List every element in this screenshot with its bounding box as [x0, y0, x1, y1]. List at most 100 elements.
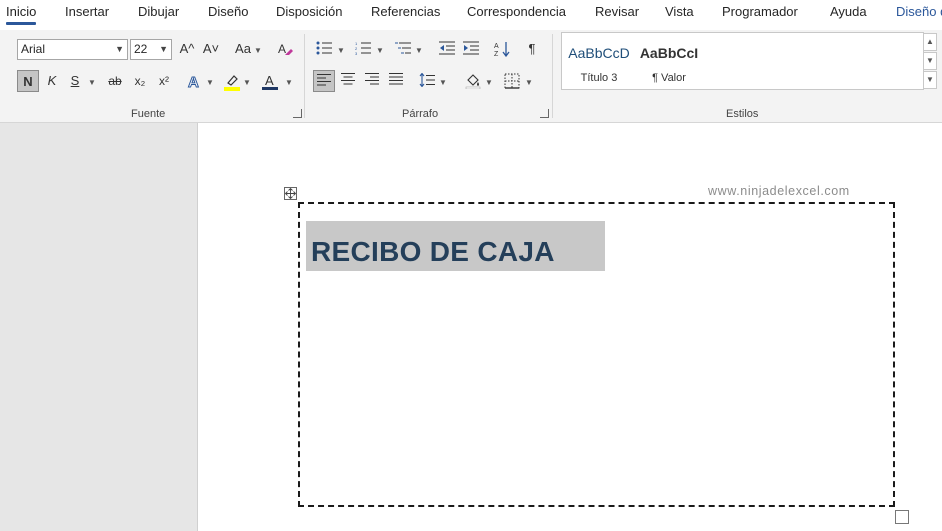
line-spacing-icon: [419, 73, 435, 87]
tab-ayuda[interactable]: Ayuda: [830, 3, 867, 25]
style-name: ¶ Valor: [652, 72, 686, 84]
svg-text:A: A: [265, 73, 274, 88]
group-separator: [552, 34, 553, 118]
style-preview: AaBbCcI: [639, 45, 699, 61]
svg-text:A: A: [278, 42, 286, 56]
text-effects-icon: A: [188, 74, 200, 90]
underline-button[interactable]: S: [64, 70, 86, 92]
style-titulo-3[interactable]: AaBbCcD Título 3: [566, 33, 632, 89]
chevron-down-icon: ▼: [525, 78, 533, 87]
navigation-margin: [0, 123, 197, 531]
italic-button[interactable]: K: [41, 70, 63, 92]
subscript-button[interactable]: x₂: [129, 70, 151, 92]
line-spacing-button[interactable]: [416, 70, 438, 92]
chevron-down-icon: ▼: [485, 78, 493, 87]
tab-insertar[interactable]: Insertar: [65, 3, 109, 25]
highlight-button[interactable]: [221, 70, 243, 92]
tab-programador[interactable]: Programador: [722, 3, 798, 25]
shading-button[interactable]: [462, 70, 484, 92]
paint-bucket-icon: [465, 74, 481, 89]
tab-referencias[interactable]: Referencias: [371, 3, 440, 25]
resize-handle-icon[interactable]: [895, 510, 909, 524]
superscript-button[interactable]: x²: [153, 70, 175, 92]
align-right-icon: [365, 73, 379, 85]
style-valor[interactable]: AaBbCcI ¶ Valor: [636, 33, 702, 89]
chevron-down-icon: ▼: [88, 78, 96, 87]
ribbon-tabs: Inicio Insertar Dibujar Diseño Disposici…: [0, 0, 942, 30]
align-center-icon: [341, 73, 355, 85]
expand-gallery-icon[interactable]: ▼: [923, 71, 937, 89]
chevron-down-icon: ▼: [206, 78, 214, 87]
font-size-value: 22: [134, 42, 148, 56]
chevron-down-icon[interactable]: ▼: [923, 52, 937, 70]
tab-dibujar[interactable]: Dibujar: [138, 3, 179, 25]
clear-format-icon: A: [278, 42, 293, 56]
tab-inicio[interactable]: Inicio: [6, 3, 37, 25]
font-name-combo[interactable]: Arial ▼: [17, 39, 128, 60]
style-preview: AaBbCcD: [568, 45, 630, 61]
tab-disposicion[interactable]: Disposición: [276, 3, 342, 25]
font-dialog-launcher-icon[interactable]: [293, 109, 302, 118]
font-name-value: Arial: [21, 42, 46, 56]
decrease-indent-icon: [439, 41, 455, 55]
svg-text:A: A: [494, 43, 499, 50]
paragraph-group-label: Párrafo: [402, 108, 439, 120]
change-case-button[interactable]: Aa: [230, 38, 256, 60]
sort-button[interactable]: AZ: [491, 38, 513, 60]
increase-indent-button[interactable]: [460, 38, 482, 60]
grow-font-button[interactable]: A^: [176, 38, 198, 60]
svg-text:A: A: [188, 74, 199, 89]
paragraph-dialog-launcher-icon[interactable]: [540, 109, 549, 118]
align-center-button[interactable]: [337, 70, 359, 92]
decrease-indent-button[interactable]: [436, 38, 458, 60]
document-title[interactable]: RECIBO DE CAJA: [311, 236, 555, 268]
increase-indent-icon: [463, 41, 479, 55]
group-separator: [304, 34, 305, 118]
shrink-font-button[interactable]: A˅: [200, 38, 222, 60]
font-color-button[interactable]: A: [259, 70, 281, 92]
font-size-combo[interactable]: 22 ▼: [130, 39, 172, 60]
borders-button[interactable]: [501, 70, 523, 92]
styles-gallery: AaBbCcD Título 3 AaBbCcI ¶ Valor: [561, 32, 924, 90]
text-effects-button[interactable]: A: [184, 70, 206, 92]
chevron-down-icon: ▼: [337, 46, 345, 55]
show-formatting-button[interactable]: ¶: [521, 38, 543, 60]
styles-group-label: Estilos: [726, 108, 759, 120]
bullets-icon: [316, 41, 332, 55]
move-handle-icon[interactable]: [284, 187, 297, 200]
highlighter-icon: [224, 75, 240, 91]
align-right-button[interactable]: [361, 70, 383, 92]
tab-revisar[interactable]: Revisar: [595, 3, 639, 25]
multilevel-list-button[interactable]: [392, 38, 414, 60]
chevron-down-icon: ▼: [439, 78, 447, 87]
chevron-down-icon: ▼: [415, 46, 423, 55]
font-color-icon: A: [262, 73, 278, 90]
strikethrough-button[interactable]: ab: [104, 70, 126, 92]
align-left-icon: [317, 74, 331, 86]
watermark-text: www.ninjadelexcel.com: [708, 184, 850, 198]
style-name: Título 3: [580, 72, 618, 84]
numbering-button[interactable]: 123: [352, 38, 374, 60]
justify-icon: [389, 73, 403, 85]
bullets-button[interactable]: [313, 38, 335, 60]
justify-button[interactable]: [385, 70, 407, 92]
chevron-down-icon: ▼: [285, 78, 293, 87]
multilevel-list-icon: [395, 42, 411, 54]
bold-button[interactable]: N: [17, 70, 39, 92]
chevron-down-icon: ▼: [376, 46, 384, 55]
chevron-down-icon: ▼: [115, 44, 124, 54]
chevron-up-icon[interactable]: ▲: [923, 33, 937, 51]
font-group-label: Fuente: [131, 108, 166, 120]
chevron-down-icon: ▼: [254, 46, 262, 55]
chevron-down-icon: ▼: [243, 78, 251, 87]
tab-diseno-contextual[interactable]: Diseño d: [896, 3, 942, 25]
numbering-icon: 123: [355, 41, 371, 55]
tab-vista[interactable]: Vista: [665, 3, 694, 25]
svg-text:3: 3: [355, 51, 358, 55]
tab-diseno[interactable]: Diseño: [208, 3, 248, 25]
align-left-button[interactable]: [313, 70, 335, 92]
tab-correspondencia[interactable]: Correspondencia: [467, 3, 566, 25]
borders-icon: [504, 73, 520, 89]
clear-format-button[interactable]: A: [274, 38, 296, 60]
svg-text:Z: Z: [494, 51, 499, 57]
